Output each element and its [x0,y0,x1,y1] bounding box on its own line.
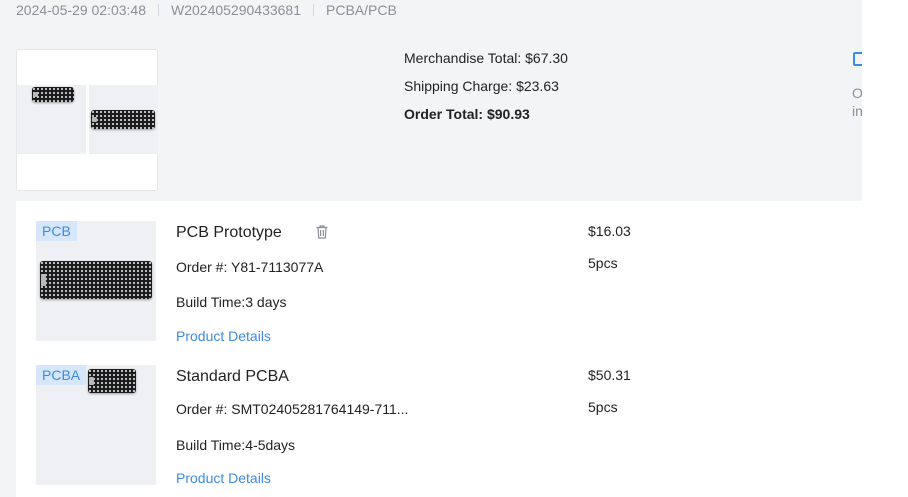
item-build-time: Build Time:4-5days [176,437,296,453]
pcba-board-image [91,110,155,129]
order-id: W202405290433681 [171,2,302,18]
side-panel-line: in [852,103,862,119]
thumbnail-pcb [17,85,86,154]
meta-divider [313,4,315,16]
document-icon[interactable] [853,52,862,66]
item-name: PCB Prototype [176,224,282,241]
thumbnail-pcba [89,85,158,154]
item-price: $16.03 [588,223,631,239]
trash-icon[interactable] [314,224,330,240]
item-tag: PCB [36,221,77,241]
pcb-board-image [32,87,74,102]
item-order-number: Order #: SMT02405281764149-711... [176,401,409,417]
order-summary: Merchandise Total: $67.30 Shipping Charg… [404,49,568,133]
order-category: PCBA/PCB [326,2,397,18]
side-panel-line: O [852,85,862,101]
merchandise-total: Merchandise Total: $67.30 [404,50,568,66]
product-details-link[interactable]: Product Details [176,469,271,487]
side-panel-text: O in [852,84,862,120]
order-thumbnails[interactable] [16,49,158,191]
item-order-number: Order #: Y81-7113077A [176,259,324,275]
item-name: Standard PCBA [176,368,289,385]
item-tag: PCBA [36,365,87,385]
order-card: 2024-05-29 02:03:48 W202405290433681 PCB… [0,0,862,497]
item-quantity: 5pcs [588,255,618,271]
item-quantity: 5pcs [588,399,618,415]
item-image-pcb[interactable]: PCB [36,221,156,341]
meta-divider [158,4,159,16]
pcba-board-image [88,369,136,393]
order-datetime: 2024-05-29 02:03:48 [16,2,146,18]
order-meta: 2024-05-29 02:03:48 W202405290433681 PCB… [16,1,397,19]
item-price: $50.31 [588,367,631,383]
order-items: PCB PCB Prototype Order #: Y81-7113077A … [16,201,862,497]
product-details-link[interactable]: Product Details [176,327,271,345]
order-total: Order Total: $90.93 [404,106,530,122]
pcb-board-image [40,261,152,299]
item-build-time: Build Time:3 days [176,294,287,310]
shipping-charge: Shipping Charge: $23.63 [404,78,559,94]
item-image-pcba[interactable]: PCBA [36,365,156,485]
